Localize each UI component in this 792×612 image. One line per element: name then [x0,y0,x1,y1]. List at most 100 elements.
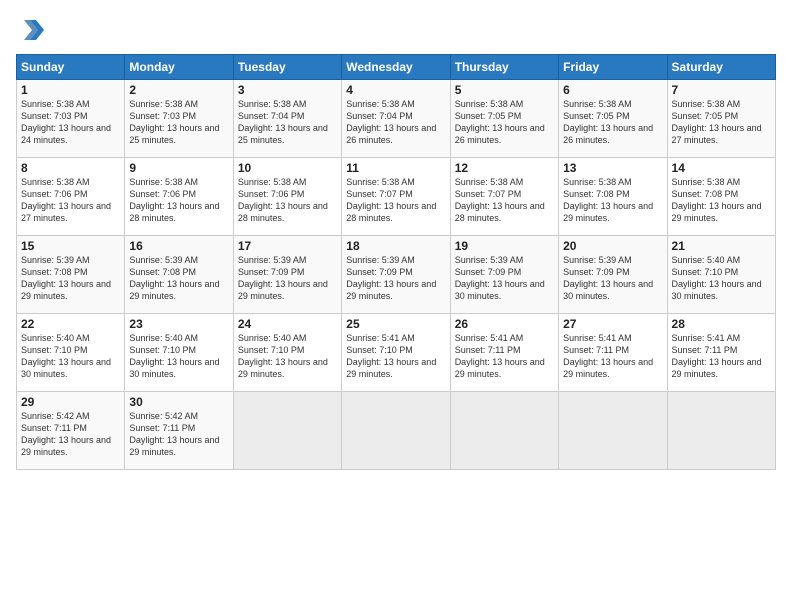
day-number: 22 [21,317,120,331]
cell-info: Sunrise: 5:40 AMSunset: 7:10 PMDaylight:… [21,333,111,379]
cell-info: Sunrise: 5:38 AMSunset: 7:05 PMDaylight:… [672,99,762,145]
day-number: 30 [129,395,228,409]
calendar-cell: 3 Sunrise: 5:38 AMSunset: 7:04 PMDaylight… [233,80,341,158]
day-number: 3 [238,83,337,97]
day-number: 27 [563,317,662,331]
weekday-header: Thursday [450,55,558,80]
day-number: 24 [238,317,337,331]
weekday-header: Wednesday [342,55,450,80]
day-number: 9 [129,161,228,175]
cell-info: Sunrise: 5:41 AMSunset: 7:11 PMDaylight:… [563,333,653,379]
day-number: 25 [346,317,445,331]
cell-info: Sunrise: 5:40 AMSunset: 7:10 PMDaylight:… [129,333,219,379]
day-number: 16 [129,239,228,253]
cell-info: Sunrise: 5:39 AMSunset: 7:08 PMDaylight:… [21,255,111,301]
calendar-cell: 6Sunrise: 5:38 AMSunset: 7:05 PMDaylight… [559,80,667,158]
calendar-cell: 21 Sunrise: 5:40 AMSunset: 7:10 PMDayligh… [667,236,775,314]
calendar-cell: 2Sunrise: 5:38 AMSunset: 7:03 PMDaylight… [125,80,233,158]
day-number: 2 [129,83,228,97]
cell-info: Sunrise: 5:39 AMSunset: 7:09 PMDaylight:… [346,255,436,301]
calendar-week-row: 15 Sunrise: 5:39 AMSunset: 7:08 PMDayligh… [17,236,776,314]
day-number: 19 [455,239,554,253]
calendar-cell: 15 Sunrise: 5:39 AMSunset: 7:08 PMDayligh… [17,236,125,314]
cell-info: Sunrise: 5:41 AMSunset: 7:10 PMDaylight:… [346,333,436,379]
day-number: 17 [238,239,337,253]
calendar-cell: 19 Sunrise: 5:39 AMSunset: 7:09 PMDayligh… [450,236,558,314]
day-number: 21 [672,239,771,253]
calendar-cell [667,392,775,470]
calendar-cell: 4 Sunrise: 5:38 AMSunset: 7:04 PMDaylight… [342,80,450,158]
day-number: 29 [21,395,120,409]
cell-info: Sunrise: 5:38 AMSunset: 7:07 PMDaylight:… [346,177,436,223]
calendar-cell: 14Sunrise: 5:38 AMSunset: 7:08 PMDayligh… [667,158,775,236]
calendar-table: SundayMondayTuesdayWednesdayThursdayFrid… [16,54,776,470]
cell-info: Sunrise: 5:38 AMSunset: 7:05 PMDaylight:… [455,99,545,145]
calendar-cell: 9 Sunrise: 5:38 AMSunset: 7:06 PMDaylight… [125,158,233,236]
day-number: 14 [672,161,771,175]
cell-info: Sunrise: 5:39 AMSunset: 7:08 PMDaylight:… [129,255,219,301]
calendar-week-row: 22 Sunrise: 5:40 AMSunset: 7:10 PMDayligh… [17,314,776,392]
day-number: 13 [563,161,662,175]
calendar-cell: 23 Sunrise: 5:40 AMSunset: 7:10 PMDayligh… [125,314,233,392]
calendar-cell: 28 Sunrise: 5:41 AMSunset: 7:11 PMDayligh… [667,314,775,392]
logo-icon [16,16,44,44]
weekday-header: Monday [125,55,233,80]
calendar-cell: 20 Sunrise: 5:39 AMSunset: 7:09 PMDayligh… [559,236,667,314]
calendar-cell [450,392,558,470]
calendar-cell: 17 Sunrise: 5:39 AMSunset: 7:09 PMDayligh… [233,236,341,314]
cell-info: Sunrise: 5:38 AMSunset: 7:06 PMDaylight:… [21,177,111,223]
calendar-week-row: 8 Sunrise: 5:38 AMSunset: 7:06 PMDaylight… [17,158,776,236]
cell-info: Sunrise: 5:38 AMSunset: 7:04 PMDaylight:… [346,99,436,145]
cell-info: Sunrise: 5:38 AMSunset: 7:04 PMDaylight:… [238,99,328,145]
day-number: 8 [21,161,120,175]
calendar-cell: 11 Sunrise: 5:38 AMSunset: 7:07 PMDayligh… [342,158,450,236]
day-number: 4 [346,83,445,97]
day-number: 5 [455,83,554,97]
cell-info: Sunrise: 5:40 AMSunset: 7:10 PMDaylight:… [238,333,328,379]
calendar-cell [233,392,341,470]
day-number: 11 [346,161,445,175]
calendar-cell: 13Sunrise: 5:38 AMSunset: 7:08 PMDayligh… [559,158,667,236]
calendar-cell [559,392,667,470]
cell-info: Sunrise: 5:39 AMSunset: 7:09 PMDaylight:… [238,255,328,301]
day-number: 1 [21,83,120,97]
day-number: 15 [21,239,120,253]
header-row: SundayMondayTuesdayWednesdayThursdayFrid… [17,55,776,80]
weekday-header: Sunday [17,55,125,80]
cell-info: Sunrise: 5:38 AMSunset: 7:07 PMDaylight:… [455,177,545,223]
cell-info: Sunrise: 5:41 AMSunset: 7:11 PMDaylight:… [672,333,762,379]
calendar-cell: 10Sunrise: 5:38 AMSunset: 7:06 PMDayligh… [233,158,341,236]
cell-info: Sunrise: 5:38 AMSunset: 7:03 PMDaylight:… [21,99,111,145]
calendar-week-row: 29 Sunrise: 5:42 AMSunset: 7:11 PMDayligh… [17,392,776,470]
cell-info: Sunrise: 5:40 AMSunset: 7:10 PMDaylight:… [672,255,762,301]
page: SundayMondayTuesdayWednesdayThursdayFrid… [0,0,792,612]
cell-info: Sunrise: 5:39 AMSunset: 7:09 PMDaylight:… [455,255,545,301]
calendar-cell: 1 Sunrise: 5:38 AMSunset: 7:03 PMDaylight… [17,80,125,158]
cell-info: Sunrise: 5:38 AMSunset: 7:06 PMDaylight:… [129,177,219,223]
calendar-cell: 29 Sunrise: 5:42 AMSunset: 7:11 PMDayligh… [17,392,125,470]
day-number: 18 [346,239,445,253]
calendar-cell: 30 Sunrise: 5:42 AMSunset: 7:11 PMDayligh… [125,392,233,470]
weekday-header: Friday [559,55,667,80]
calendar-cell: 12 Sunrise: 5:38 AMSunset: 7:07 PMDayligh… [450,158,558,236]
day-number: 20 [563,239,662,253]
calendar-cell: 7 Sunrise: 5:38 AMSunset: 7:05 PMDaylight… [667,80,775,158]
calendar-cell [342,392,450,470]
day-number: 7 [672,83,771,97]
cell-info: Sunrise: 5:41 AMSunset: 7:11 PMDaylight:… [455,333,545,379]
weekday-header: Tuesday [233,55,341,80]
cell-info: Sunrise: 5:42 AMSunset: 7:11 PMDaylight:… [129,411,219,457]
day-number: 23 [129,317,228,331]
calendar-cell: 16 Sunrise: 5:39 AMSunset: 7:08 PMDayligh… [125,236,233,314]
day-number: 12 [455,161,554,175]
calendar-cell: 25 Sunrise: 5:41 AMSunset: 7:10 PMDayligh… [342,314,450,392]
day-number: 10 [238,161,337,175]
calendar-header: SundayMondayTuesdayWednesdayThursdayFrid… [17,55,776,80]
header [16,16,776,44]
day-number: 26 [455,317,554,331]
day-number: 28 [672,317,771,331]
cell-info: Sunrise: 5:42 AMSunset: 7:11 PMDaylight:… [21,411,111,457]
calendar-cell: 27 Sunrise: 5:41 AMSunset: 7:11 PMDayligh… [559,314,667,392]
cell-info: Sunrise: 5:39 AMSunset: 7:09 PMDaylight:… [563,255,653,301]
calendar-cell: 18 Sunrise: 5:39 AMSunset: 7:09 PMDayligh… [342,236,450,314]
